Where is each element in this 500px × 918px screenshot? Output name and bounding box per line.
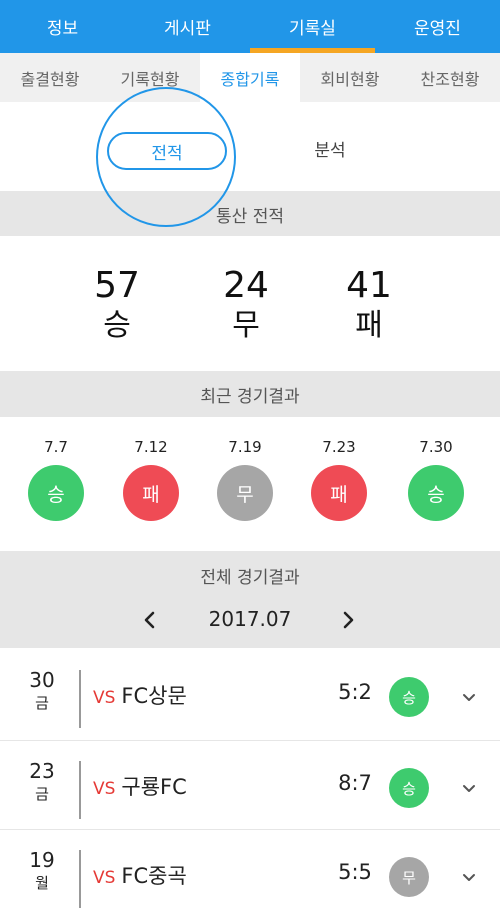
record-toggle-button[interactable]: 전적 [107,132,227,170]
draws-label: 무 [232,308,260,343]
subtab-attendance[interactable]: 출결현황 [0,53,100,102]
game-date: 23 금 [22,759,62,805]
result-badge: 승 [28,465,84,521]
chevron-left-icon[interactable] [135,605,165,635]
opponent-name: FC중곡 [121,864,187,888]
chevron-down-icon[interactable] [458,866,480,888]
recent-results: 7.7 승 7.12 패 7.19 무 7.23 패 7.30 승 [0,417,500,550]
all-results-header: 전체 경기결과 [200,568,300,588]
game-score: 5:2 [338,680,372,704]
divider-line [79,761,81,819]
chevron-down-icon[interactable] [458,777,480,799]
recent-result-item[interactable]: 7.23 패 [309,437,369,521]
wins-count: 57 [94,265,140,306]
recent-result-date: 7.12 [134,438,168,456]
vs-label: VS [93,779,116,799]
recent-result-date: 7.30 [419,438,453,456]
result-badge: 무 [217,465,273,521]
tab-info[interactable]: 정보 [0,0,125,53]
recent-result-date: 7.7 [44,438,68,456]
game-weekday: 금 [35,694,49,712]
analysis-toggle-button[interactable]: 분석 [270,129,390,167]
losses-count: 41 [346,265,392,306]
record-analysis-toggle: 전적 분석 [0,102,500,191]
losses-stat: 41 패 [319,266,419,344]
result-badge: 승 [389,677,429,717]
vs-label: VS [93,868,116,888]
sub-nav: 출결현황 기록현황 종합기록 회비현황 찬조현황 [0,53,500,102]
opponent: VS FC중곡 [93,860,187,890]
tab-records[interactable]: 기록실 [250,0,375,53]
recent-result-item[interactable]: 7.30 승 [406,437,466,521]
recent-result-item[interactable]: 7.12 패 [121,437,181,521]
subtab-record-status[interactable]: 기록현황 [100,53,200,102]
game-score: 8:7 [338,771,372,795]
tab-staff[interactable]: 운영진 [375,0,500,53]
result-badge: 승 [408,465,464,521]
result-badge: 무 [389,857,429,897]
game-row[interactable]: 23 금 VS 구룡FC 8:7 승 [0,741,500,829]
game-weekday: 금 [35,785,49,803]
vs-label: VS [93,688,116,708]
result-badge: 승 [389,768,429,808]
divider-line [79,670,81,728]
game-row[interactable]: 19 월 VS FC중곡 5:5 무 [0,830,500,918]
opponent: VS 구룡FC [93,771,187,801]
game-day: 23 [29,759,55,783]
recent-result-date: 7.19 [228,438,262,456]
result-badge: 패 [123,465,179,521]
subtab-fees[interactable]: 회비현황 [300,53,400,102]
game-score: 5:5 [338,860,372,884]
subtab-overall-record[interactable]: 종합기록 [200,53,300,102]
game-date: 30 금 [22,668,62,714]
recent-result-date: 7.23 [322,438,356,456]
career-record-header: 통산 전적 [0,191,500,237]
game-weekday: 월 [35,874,49,892]
wins-label: 승 [103,308,131,343]
opponent-name: 구룡FC [121,775,187,799]
subtab-sponsorship[interactable]: 찬조현황 [400,53,500,102]
all-results-section: 전체 경기결과 2017.07 [0,551,500,648]
recent-result-item[interactable]: 7.19 무 [215,437,275,521]
game-day: 30 [29,668,55,692]
tab-board[interactable]: 게시판 [125,0,250,53]
opponent: VS FC상문 [93,680,187,710]
career-record: 57 승 24 무 41 패 [0,236,500,372]
opponent-name: FC상문 [121,684,187,708]
recent-results-header: 최근 경기결과 [0,371,500,417]
draws-count: 24 [223,265,269,306]
wins-stat: 57 승 [67,266,167,344]
top-nav: 정보 게시판 기록실 운영진 [0,0,500,53]
game-row[interactable]: 30 금 VS FC상문 5:2 승 [0,650,500,738]
result-badge: 패 [311,465,367,521]
game-date: 19 월 [22,848,62,894]
recent-result-item[interactable]: 7.7 승 [26,437,86,521]
losses-label: 패 [355,308,383,343]
chevron-down-icon[interactable] [458,686,480,708]
chevron-right-icon[interactable] [333,605,363,635]
divider-line [79,850,81,908]
month-label: 2017.07 [208,607,292,631]
draws-stat: 24 무 [196,266,296,344]
game-day: 19 [29,848,55,872]
